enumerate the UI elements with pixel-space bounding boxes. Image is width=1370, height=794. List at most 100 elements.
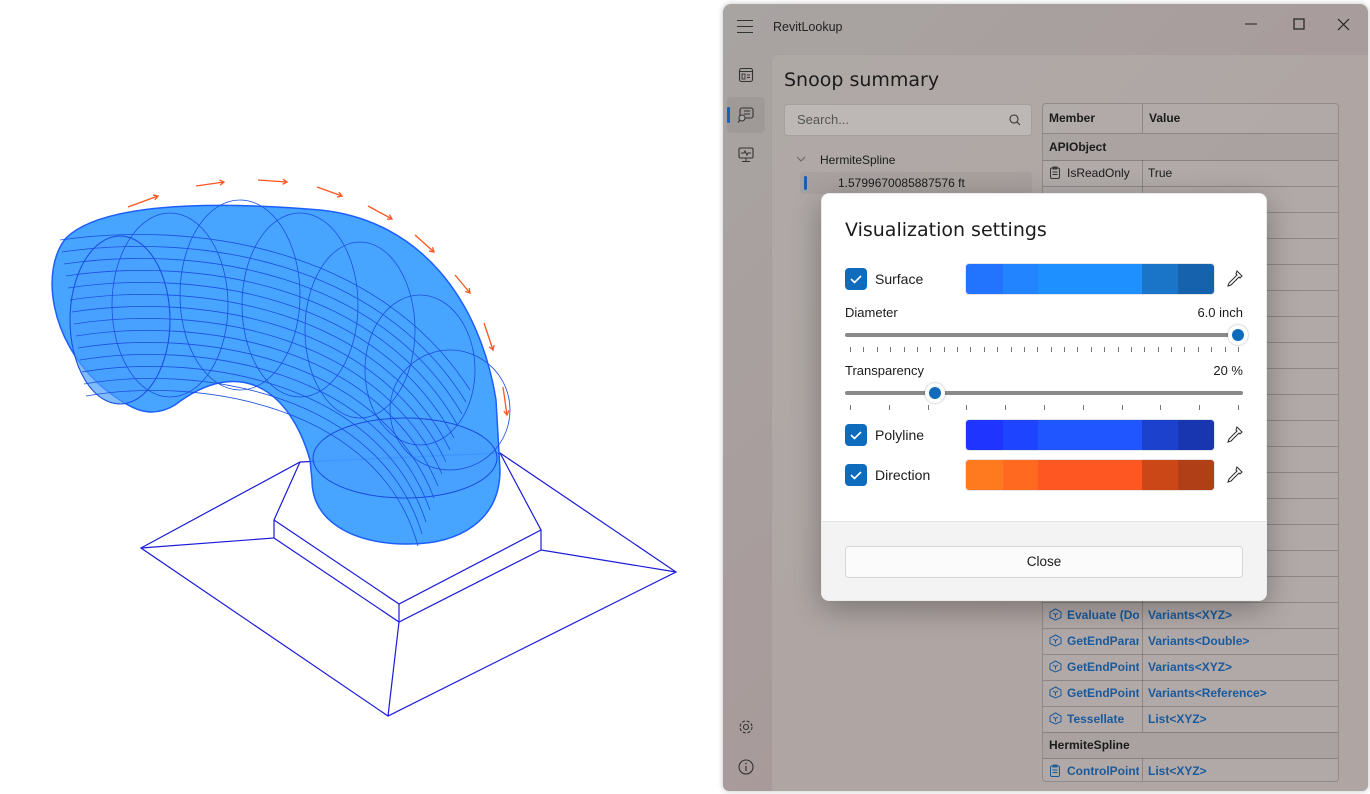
search-box[interactable] [784, 104, 1032, 136]
polyline-checkbox[interactable] [845, 424, 867, 446]
search-input[interactable] [795, 111, 999, 128]
method-icon [1049, 608, 1062, 626]
hamburger-menu-icon[interactable] [737, 20, 753, 34]
slider-tick [1044, 405, 1045, 410]
transparency-slider[interactable] [845, 383, 1243, 403]
checkmark-icon [850, 471, 862, 480]
slider-tick [863, 347, 865, 352]
info-icon [738, 759, 754, 775]
slider-tick [1144, 347, 1146, 352]
about-button[interactable] [727, 749, 765, 785]
polyline-color-swatch[interactable] [965, 419, 1215, 451]
tree-node-hermitespline[interactable]: HermiteSpline [784, 150, 1034, 170]
slider-track [845, 333, 1243, 337]
color-swatch-segment[interactable] [1142, 264, 1179, 294]
color-swatch-segment[interactable] [1002, 460, 1039, 490]
slider-tick [983, 347, 985, 352]
method-icon [1049, 686, 1062, 704]
table-row[interactable]: ControlPoints List<XYZ> [1043, 758, 1338, 781]
eyedropper-icon[interactable] [1223, 424, 1245, 446]
member-name: GetEndPoint [1067, 660, 1139, 674]
slider-tick [1211, 347, 1213, 352]
table-row[interactable]: GetEndParameter Variants<Double> [1043, 628, 1338, 655]
revit-3d-viewport[interactable] [0, 0, 722, 794]
color-swatch-segment[interactable] [1178, 420, 1214, 450]
color-swatch-segment[interactable] [966, 420, 1003, 450]
nav-item-snoop-summary[interactable] [727, 97, 765, 133]
group-row[interactable]: HermiteSpline [1043, 732, 1338, 759]
slider-thumb[interactable] [1228, 325, 1248, 345]
eyedropper-icon[interactable] [1223, 268, 1245, 290]
surface-checkbox[interactable] [845, 268, 867, 290]
member-name: Evaluate (Double) [1067, 608, 1139, 622]
color-swatch-segment[interactable] [1038, 264, 1143, 294]
pipe-surface [51, 199, 511, 547]
table-row[interactable]: GetEndPoint Variants<XYZ> [1043, 654, 1338, 681]
direction-color-swatch[interactable] [965, 459, 1215, 491]
column-header-value[interactable]: Value [1149, 111, 1180, 125]
snoop-summary-icon [737, 107, 754, 123]
color-swatch-segment[interactable] [1002, 264, 1039, 294]
slider-tick [1238, 405, 1239, 410]
diameter-ticks [845, 347, 1243, 353]
table-row[interactable]: IsReadOnly True [1043, 160, 1338, 187]
nav-item-dashboard[interactable] [727, 57, 765, 93]
transparency-value: 20 % [1213, 363, 1243, 378]
slider-tick [1037, 347, 1039, 352]
settings-button[interactable] [727, 709, 765, 745]
slider-tick [1130, 347, 1132, 352]
nav-item-events-monitor[interactable] [727, 137, 765, 173]
close-window-button[interactable] [1323, 10, 1363, 38]
slider-tick [957, 347, 959, 352]
minimize-button[interactable] [1231, 10, 1271, 38]
table-row[interactable]: Evaluate (Double) Variants<XYZ> [1043, 602, 1338, 629]
slider-tick [850, 405, 851, 410]
group-label: HermiteSpline [1049, 738, 1130, 752]
surface-color-swatch[interactable] [965, 263, 1215, 295]
direction-arrow [483, 322, 494, 351]
column-separator [1142, 602, 1143, 628]
member-value: Variants<Double> [1148, 634, 1250, 648]
slider-tick [903, 347, 905, 352]
color-swatch-segment[interactable] [1002, 420, 1039, 450]
slider-track [845, 391, 1243, 395]
color-swatch-segment[interactable] [1038, 460, 1143, 490]
member-name: GetEndParameter [1067, 634, 1139, 648]
diameter-slider[interactable] [845, 325, 1248, 345]
color-swatch-segment[interactable] [1142, 460, 1179, 490]
slider-tick [1023, 347, 1025, 352]
eyedropper-icon[interactable] [1223, 464, 1245, 486]
color-swatch-segment[interactable] [1142, 420, 1179, 450]
column-separator [1142, 104, 1143, 133]
navigation-rail [723, 54, 769, 784]
color-swatch-segment[interactable] [966, 264, 1003, 294]
slider-tick [1010, 347, 1012, 352]
visualization-settings-dialog: Visualization settings Surface Diameter … [821, 193, 1267, 601]
slider-tick [997, 347, 999, 352]
dashboard-icon [738, 67, 754, 83]
active-indicator [727, 107, 730, 123]
close-button[interactable]: Close [845, 546, 1243, 578]
tree-node-selected[interactable]: 1.5799670085887576 ft [800, 172, 1032, 194]
color-swatch-segment[interactable] [1178, 264, 1214, 294]
direction-arrow [195, 181, 225, 187]
group-row[interactable]: APIObject [1043, 134, 1338, 161]
slider-tick [1104, 347, 1106, 352]
slider-tick [1082, 405, 1084, 410]
chevron-down-icon[interactable] [796, 155, 806, 163]
color-swatch-segment[interactable] [966, 460, 1003, 490]
color-swatch-segment[interactable] [1038, 420, 1143, 450]
table-row[interactable]: Tessellate List<XYZ> [1043, 706, 1338, 733]
search-icon[interactable] [1009, 114, 1021, 126]
column-header-member[interactable]: Member [1049, 111, 1095, 125]
direction-checkbox[interactable] [845, 464, 867, 486]
slider-thumb[interactable] [925, 383, 946, 403]
maximize-button[interactable] [1279, 10, 1319, 38]
direction-label: Direction [875, 467, 931, 483]
color-swatch-segment[interactable] [1178, 460, 1214, 490]
column-separator [1142, 706, 1143, 732]
base-edge [273, 519, 677, 605]
member-value: Variants<Reference> [1148, 686, 1267, 700]
table-row[interactable]: GetEndPointReference Variants<Reference> [1043, 680, 1338, 707]
slider-tick [1077, 347, 1079, 352]
